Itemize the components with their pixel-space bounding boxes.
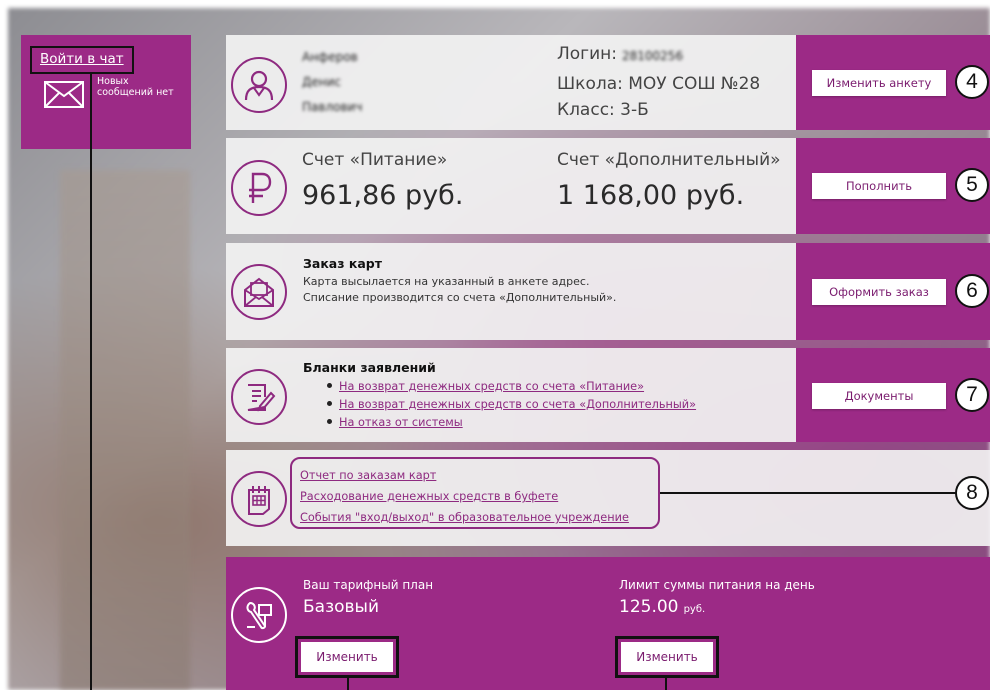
- report-link-buffet-spending[interactable]: Расходование денежных средств в буфете: [300, 490, 558, 503]
- extra-account-label: Счет «Дополнительный»: [557, 150, 781, 170]
- profile-surname: Анферов: [302, 50, 358, 64]
- class-text: Класс: 3-Б: [557, 100, 649, 120]
- document-edit-icon-circle: [231, 369, 287, 425]
- list-item: На отказ от системы: [325, 413, 696, 431]
- callout-7: 7: [955, 378, 989, 412]
- food-limit-value: 125.00 руб.: [619, 597, 705, 617]
- envelope-icon: [44, 81, 84, 108]
- change-limit-button[interactable]: Изменить: [615, 636, 719, 678]
- annotation-line: [347, 678, 349, 690]
- report-link-card-orders[interactable]: Отчет по заказам карт: [300, 469, 436, 482]
- mail-order-icon-circle: [231, 264, 287, 320]
- top-up-button[interactable]: Пополнить: [812, 173, 946, 199]
- food-limit-unit: руб.: [683, 604, 706, 615]
- callout-5: 5: [955, 168, 989, 202]
- form-link-food-refund[interactable]: На возврат денежных средств со счета «Пи…: [339, 380, 644, 393]
- form-link-extra-refund[interactable]: На возврат денежных средств со счета «До…: [339, 398, 696, 411]
- ruble-icon-circle: [231, 160, 287, 216]
- tariff-plan-value: Базовый: [303, 597, 380, 617]
- extra-account-amount: 1 168,00 руб.: [557, 180, 745, 211]
- forms-title: Бланки заявлений: [303, 360, 436, 375]
- callout-8: 8: [955, 476, 989, 510]
- annotation-line: [665, 678, 667, 690]
- card-order-line2: Списание производится со счета «Дополнит…: [303, 291, 617, 304]
- profile-name: Денис: [302, 75, 341, 89]
- tools-icon: [246, 601, 272, 630]
- document-edit-icon: [247, 384, 276, 412]
- chat-link[interactable]: Войти в чат: [30, 46, 134, 74]
- profile-patronymic: Павлович: [302, 100, 363, 114]
- edit-profile-button[interactable]: Изменить анкету: [812, 70, 946, 96]
- food-account-label: Счет «Питание»: [302, 150, 448, 170]
- report-link-entry-exit[interactable]: События "вход/выход" в образовательное у…: [300, 511, 629, 524]
- chat-status: Новых сообщений нет: [97, 76, 174, 98]
- list-item: На возврат денежных средств со счета «До…: [325, 395, 696, 413]
- card-order-title: Заказ карт: [303, 256, 382, 271]
- food-limit-amount: 125.00: [619, 597, 679, 617]
- login-value: 28100256: [622, 49, 684, 63]
- reports-links-box: Отчет по заказам карт Расходование денеж…: [290, 457, 660, 529]
- food-account-amount: 961,86 руб.: [302, 180, 464, 211]
- mail-order-icon: [244, 277, 274, 307]
- annotation-line: [660, 492, 956, 494]
- background-pillar: [60, 170, 190, 690]
- callout-4: 4: [955, 65, 989, 99]
- calendar-report-icon-circle: [231, 471, 287, 527]
- place-order-button[interactable]: Оформить заказ: [812, 279, 946, 305]
- food-limit-label: Лимит суммы питания на день: [619, 578, 815, 592]
- annotation-line: [90, 72, 92, 690]
- card-order-line1: Карта высылается на указанный в анкете а…: [303, 275, 590, 288]
- tools-icon-circle: [231, 587, 287, 643]
- form-link-opt-out[interactable]: На отказ от системы: [339, 416, 463, 429]
- list-item: На возврат денежных средств со счета «Пи…: [325, 377, 696, 395]
- documents-button[interactable]: Документы: [812, 383, 946, 409]
- change-tariff-button[interactable]: Изменить: [295, 636, 399, 678]
- tariff-plan-label: Ваш тарифный план: [303, 578, 434, 592]
- callout-6: 6: [955, 274, 989, 308]
- login-label: Логин:: [557, 44, 618, 64]
- calendar-report-icon: [248, 486, 270, 515]
- school-text: Школа: МОУ СОШ №28: [557, 74, 761, 94]
- user-icon-circle: [231, 57, 287, 113]
- ruble-icon: [249, 172, 272, 203]
- user-icon: [244, 70, 274, 101]
- forms-link-list: На возврат денежных средств со счета «Пи…: [325, 377, 696, 431]
